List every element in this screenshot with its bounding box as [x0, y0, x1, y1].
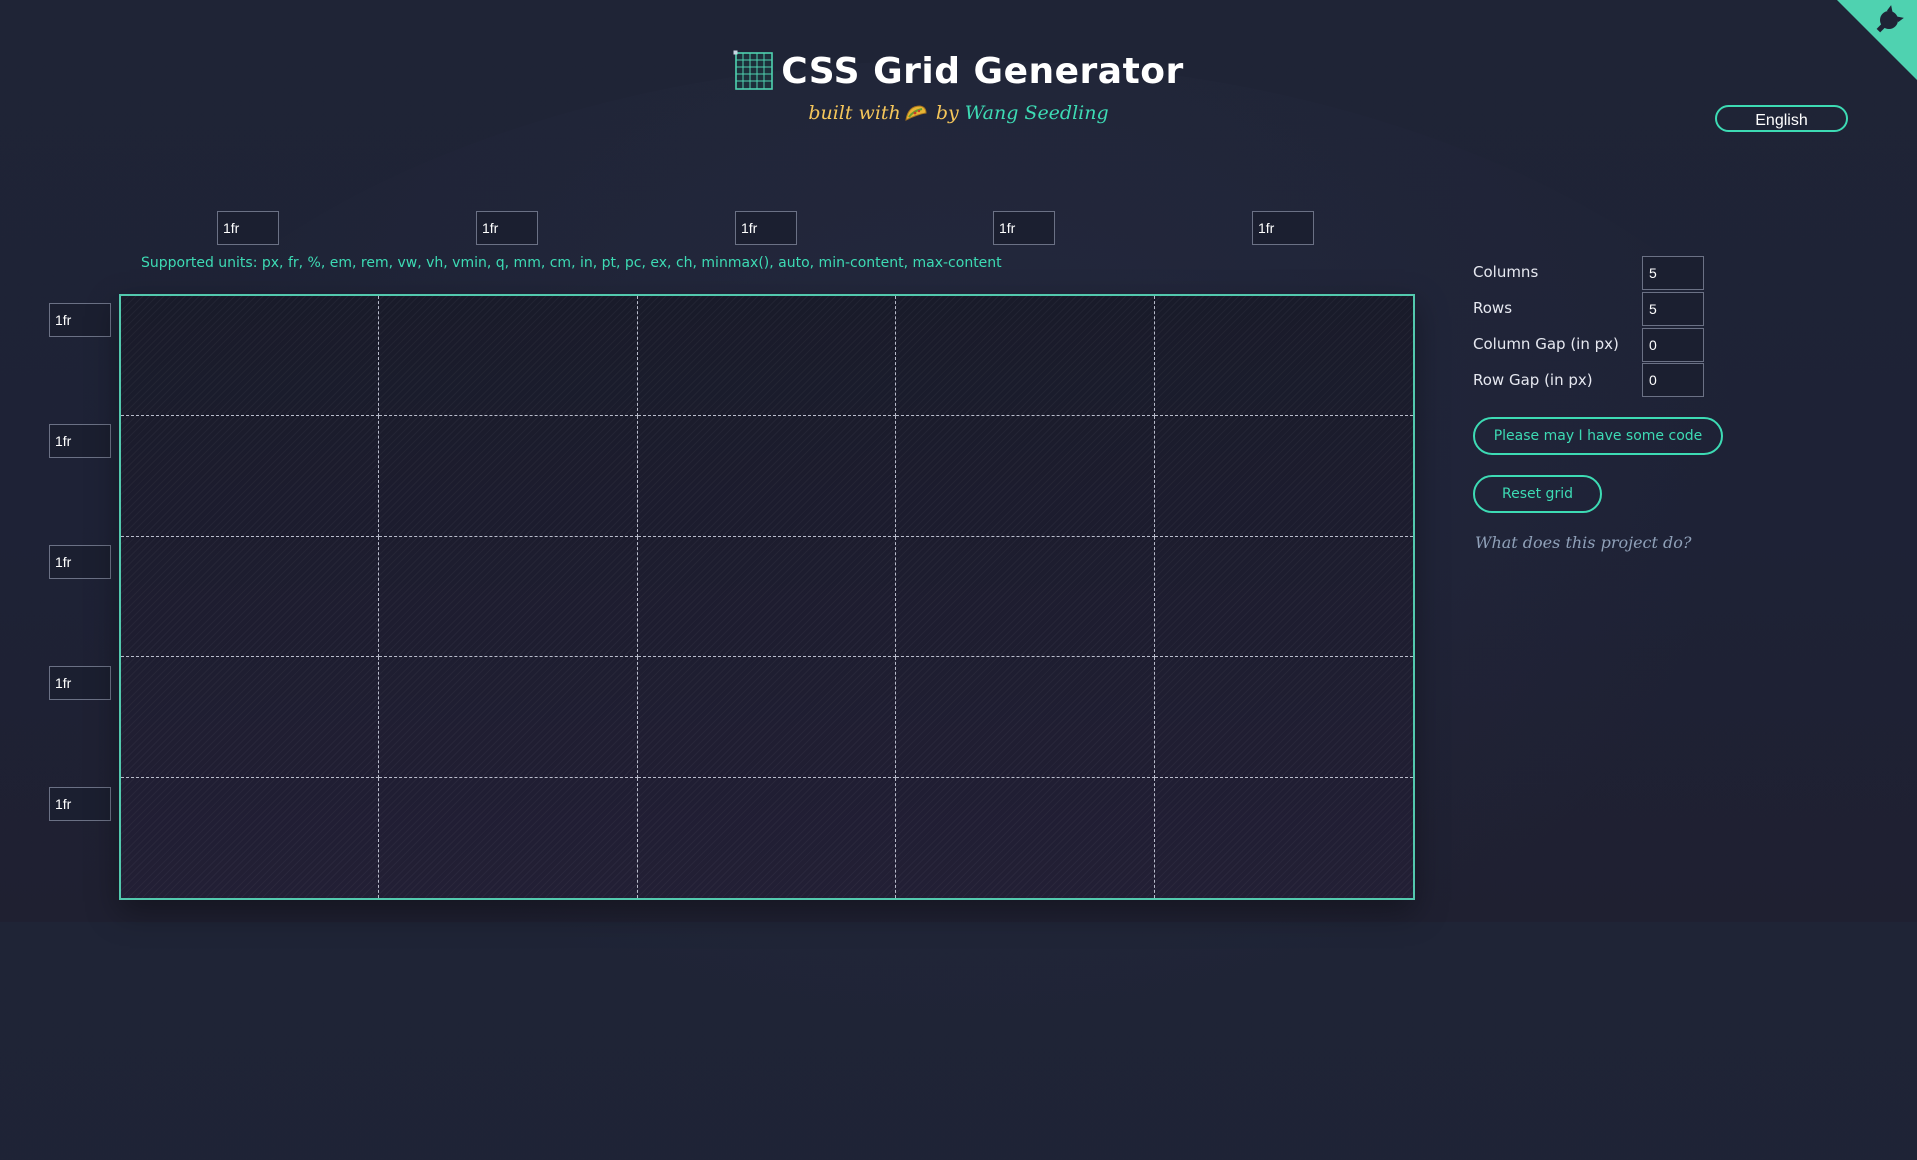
grid-cell[interactable]: [637, 657, 897, 778]
grid-cell[interactable]: [379, 416, 638, 537]
grid-cell[interactable]: [896, 657, 1155, 778]
grid-cell[interactable]: [1154, 296, 1413, 417]
grid-cell[interactable]: [1154, 416, 1413, 537]
reset-grid-button[interactable]: Reset grid: [1473, 475, 1602, 513]
grid-cell[interactable]: [896, 416, 1155, 537]
row-size-input[interactable]: [49, 787, 111, 821]
grid-cell[interactable]: [379, 536, 638, 658]
grid-logo-icon: [733, 50, 774, 90]
grid-canvas[interactable]: [119, 294, 1415, 900]
grid-cell[interactable]: [379, 777, 638, 898]
rows-input[interactable]: [1642, 292, 1704, 326]
column-size-input[interactable]: [1252, 211, 1314, 245]
grid-cell[interactable]: [379, 296, 638, 417]
language-select[interactable]: English: [1715, 105, 1848, 132]
grid-cell[interactable]: [1154, 537, 1413, 658]
project-info-link[interactable]: What does this project do?: [1475, 533, 1691, 552]
row-gap-label: Row Gap (in px): [1473, 371, 1593, 389]
row-size-input[interactable]: [49, 545, 111, 579]
column-size-input[interactable]: [217, 211, 279, 245]
grid-cell[interactable]: [121, 536, 380, 658]
columns-label: Columns: [1473, 263, 1539, 281]
row-size-input[interactable]: [49, 666, 111, 700]
grid-cell[interactable]: [638, 777, 897, 898]
get-code-button[interactable]: Please may I have some code: [1473, 417, 1723, 455]
page-title: CSS Grid Generator: [781, 50, 1184, 92]
grid-cell[interactable]: [1154, 657, 1413, 778]
columns-input[interactable]: [1642, 256, 1704, 290]
column-size-input[interactable]: [735, 211, 797, 245]
subtitle-by: by: [935, 102, 959, 124]
grid-cell[interactable]: [637, 536, 897, 658]
row-size-input[interactable]: [49, 303, 111, 337]
column-size-input[interactable]: [476, 211, 538, 245]
taco-icon: [905, 105, 927, 121]
column-size-input[interactable]: [993, 211, 1055, 245]
grid-cell[interactable]: [896, 296, 1155, 417]
grid-cell[interactable]: [121, 657, 380, 778]
github-octocat-icon[interactable]: [1837, 0, 1917, 80]
column-gap-label: Column Gap (in px): [1473, 335, 1619, 353]
grid-cell[interactable]: [637, 296, 897, 417]
grid-cell[interactable]: [896, 777, 1155, 898]
header: CSS Grid Generator built with by Wang Se…: [0, 50, 1917, 124]
subtitle: built with by Wang Seedling: [0, 102, 1917, 124]
subtitle-prefix: built with: [808, 102, 901, 124]
column-gap-input[interactable]: [1642, 328, 1704, 362]
grid-cell[interactable]: [121, 777, 380, 898]
grid-cell[interactable]: [121, 296, 380, 417]
grid-cell[interactable]: [379, 657, 638, 778]
grid-cell[interactable]: [121, 416, 380, 537]
author-link[interactable]: Wang Seedling: [965, 102, 1109, 124]
grid-cell[interactable]: [896, 536, 1155, 658]
grid-cell[interactable]: [637, 416, 897, 537]
rows-label: Rows: [1473, 299, 1513, 317]
supported-units-hint: Supported units: px, fr, %, em, rem, vw,…: [141, 255, 1002, 271]
title-row: CSS Grid Generator: [733, 50, 1184, 92]
row-size-input[interactable]: [49, 424, 111, 458]
row-gap-input[interactable]: [1642, 363, 1704, 397]
grid-cell[interactable]: [1155, 778, 1413, 898]
